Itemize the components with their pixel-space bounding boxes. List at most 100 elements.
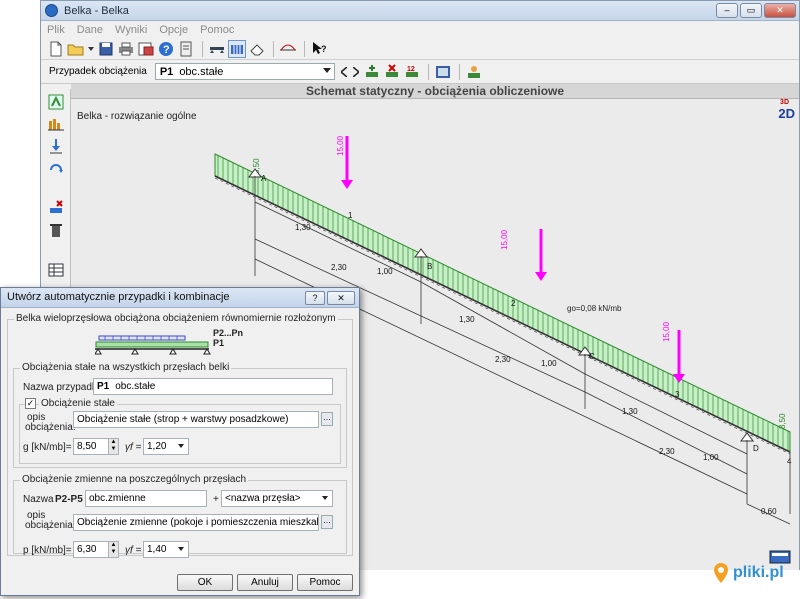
case-table-icon[interactable]: [434, 63, 452, 81]
watermark: pliki.pl: [712, 560, 796, 586]
ok-button[interactable]: OK: [177, 574, 233, 591]
load-value-right: 8,50: [778, 413, 787, 429]
menu-dane[interactable]: Dane: [77, 24, 103, 36]
point-load-icon[interactable]: [46, 137, 66, 155]
node-label-1: 1: [348, 211, 353, 220]
dim-1: 1,30: [295, 223, 311, 232]
diagram-type-icon[interactable]: [46, 93, 66, 111]
p-label: p [kN/mb]=: [23, 545, 72, 556]
dialog-close-button[interactable]: ✕: [327, 291, 355, 305]
cancel-button[interactable]: Anuluj: [237, 574, 293, 591]
menu-wyniki[interactable]: Wyniki: [115, 24, 147, 36]
menu-pomoc[interactable]: Pomoc: [200, 24, 234, 36]
auto-cases-dialog: Utwórz automatycznie przypadki i kombina…: [0, 287, 360, 596]
prev-case-icon[interactable]: [339, 63, 349, 81]
svg-text:?: ?: [321, 44, 327, 54]
dim-9: 1,00: [703, 453, 719, 462]
moment-diagram-icon[interactable]: [279, 40, 297, 58]
load-case-bar: Przypadek obciążenia P1 obc.stałe 12: [41, 60, 799, 84]
node-label-4: 4: [787, 457, 792, 466]
auto-combination-icon[interactable]: [465, 63, 483, 81]
dim-10: 0,60: [761, 507, 777, 516]
point-load-arrow: [673, 330, 685, 383]
add-case-icon[interactable]: [363, 63, 381, 81]
support-label-d: D: [753, 444, 759, 453]
support-label-a: A: [261, 174, 267, 183]
dim-5: 2,30: [495, 355, 511, 364]
node-label-2: 2: [511, 299, 516, 308]
var-load-description[interactable]: Obciążenie zmienne (pokoje i pomieszczen…: [73, 514, 319, 531]
table-view-icon[interactable]: [46, 261, 66, 279]
node-label-3: 3: [675, 390, 680, 399]
dialog-help-button[interactable]: ?: [305, 291, 325, 305]
save-icon[interactable]: [97, 40, 115, 58]
pin-icon: [714, 563, 728, 583]
group-variable-label: Obciążenie zmienne na poszczególnych prz…: [20, 474, 249, 485]
dim-3: 1,00: [377, 267, 393, 276]
whats-this-icon[interactable]: ?: [310, 40, 328, 58]
dead-load-checkbox[interactable]: ✓: [25, 398, 36, 409]
print-preview-icon[interactable]: [137, 40, 155, 58]
toolbar-separator: [202, 40, 203, 57]
point-load-value-3: 15,00: [662, 321, 671, 342]
beam-view-icon[interactable]: [208, 40, 226, 58]
next-case-icon[interactable]: [351, 63, 361, 81]
span-name-select[interactable]: <nazwa przęsła>: [221, 490, 333, 507]
watermark-text: pliki.pl: [733, 564, 784, 581]
g-value-input[interactable]: 8,50 ▲ ▼: [73, 438, 119, 455]
load-view-icon[interactable]: [228, 39, 246, 58]
svg-text:?: ?: [163, 44, 170, 56]
var-load-desc-browse[interactable]: ...: [321, 515, 333, 529]
bar-loads-icon[interactable]: [46, 115, 66, 133]
support-label-c: C: [589, 352, 595, 361]
toolbar-separator: [273, 40, 274, 57]
point-load-value-2: 15,00: [500, 229, 509, 250]
dialog-title: Utwórz automatycznie przypadki i kombina…: [7, 291, 230, 303]
window-title: Belka - Belka: [64, 4, 129, 17]
var-desc-label-2: obciążenia:: [25, 520, 76, 531]
moment-load-icon[interactable]: [46, 159, 66, 177]
group-static-label: Obciążenia stałe na wszystkich przęsłach…: [20, 362, 232, 373]
app-icon: [45, 4, 58, 17]
gk-label: go=0,08 kN/mb: [567, 304, 622, 313]
p-value-input[interactable]: 6,30 ▲ ▼: [73, 541, 119, 558]
menu-bar: Plik Dane Wyniki Opcje Pomoc: [41, 21, 799, 38]
var-name-input[interactable]: obc.zmienne: [85, 490, 207, 507]
dead-load-desc-browse[interactable]: ...: [321, 412, 333, 426]
p-spinner[interactable]: ▲ ▼: [108, 542, 118, 557]
support-label-b: B: [427, 262, 432, 271]
case-name-label: Nazwa przypadku: [23, 382, 103, 393]
g-value: 8,50: [77, 441, 97, 452]
trash-icon[interactable]: [46, 221, 66, 239]
g-spinner[interactable]: ▲ ▼: [108, 439, 118, 454]
delete-case-icon[interactable]: [383, 63, 401, 81]
g-label: g [kN/mb]=: [23, 442, 72, 453]
close-button[interactable]: ✕: [764, 3, 796, 18]
menu-opcje[interactable]: Opcje: [159, 24, 188, 36]
case-name-input[interactable]: P1 obc.stałe: [93, 378, 333, 395]
chevron-down-icon: [178, 547, 184, 551]
open-dropdown-icon[interactable]: [87, 40, 95, 58]
dead-load-description[interactable]: Obciążenie stałe (strop + warstwy posadz…: [73, 411, 319, 428]
gamma-label: γf =: [125, 442, 142, 453]
copy-case-icon[interactable]: 12: [403, 63, 421, 81]
minimize-button[interactable]: –: [716, 3, 738, 18]
new-file-icon[interactable]: [47, 40, 65, 58]
dim-2: 2,30: [331, 263, 347, 272]
gamma-select[interactable]: 1,20: [143, 438, 189, 455]
help-button[interactable]: Pomoc: [297, 574, 353, 591]
print-icon[interactable]: [117, 40, 135, 58]
help-icon[interactable]: ?: [157, 40, 175, 58]
delete-load-icon[interactable]: [46, 199, 66, 217]
gamma2-select[interactable]: 1,40: [143, 541, 189, 558]
chevron-down-icon: [322, 496, 328, 500]
load-case-label: Przypadek obciążenia: [49, 66, 147, 77]
open-folder-icon[interactable]: [67, 40, 85, 58]
load-case-select[interactable]: P1 obc.stałe: [154, 63, 335, 80]
dim-7: 1,30: [622, 407, 638, 416]
document-icon[interactable]: [177, 40, 195, 58]
eraser-icon[interactable]: [248, 40, 266, 58]
maximize-button[interactable]: ▭: [740, 3, 762, 18]
dead-load-label: Obciążenie stałe: [39, 398, 117, 409]
menu-plik[interactable]: Plik: [47, 24, 65, 36]
